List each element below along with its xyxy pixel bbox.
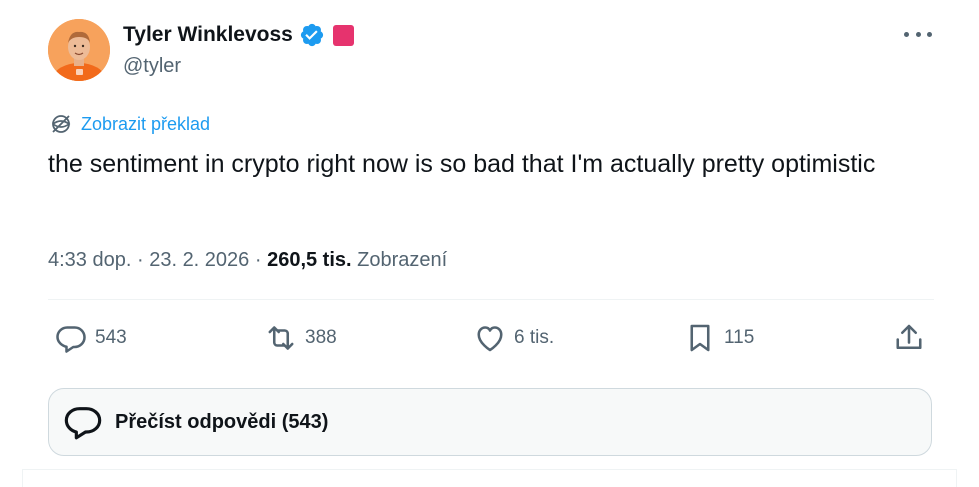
views-label: Zobrazení — [357, 249, 448, 271]
bookmark-button[interactable]: 115 — [682, 318, 754, 358]
translate-label[interactable]: Zobrazit překlad — [81, 114, 210, 135]
more-dot-icon — [915, 31, 921, 37]
avatar-image — [48, 19, 110, 81]
bookmark-icon — [690, 324, 710, 352]
reply-button[interactable]: 543 — [53, 318, 127, 358]
affiliate-badge[interactable] — [332, 24, 354, 46]
more-dot-icon — [927, 31, 932, 37]
meta-separator: · — [249, 249, 268, 271]
views-count: 260,5 tis. — [267, 249, 352, 271]
repost-count: 388 — [305, 327, 337, 348]
like-count: 6 tis. — [514, 327, 555, 348]
share-icon — [896, 324, 922, 350]
bookmark-count: 115 — [724, 327, 755, 348]
repost-icon — [268, 326, 294, 350]
author-handle[interactable]: @tyler — [123, 53, 181, 79]
speech-bubble-icon — [64, 407, 102, 440]
more-dot-icon — [904, 31, 909, 37]
tweet-time[interactable]: 4:33 dop. — [48, 249, 131, 271]
tweet-date[interactable]: 23. 2. 2026 — [149, 249, 249, 271]
translate-globe-icon — [52, 115, 71, 133]
avatar[interactable] — [48, 19, 110, 81]
meta-separator: · — [131, 249, 150, 271]
divider — [22, 469, 23, 487]
read-replies-label: Přečíst odpovědi (543) — [115, 410, 329, 433]
more-options-button[interactable] — [904, 24, 932, 44]
divider — [22, 469, 957, 470]
divider — [956, 469, 957, 487]
like-button[interactable]: 6 tis. — [472, 318, 554, 358]
tweet-meta: 4:33 dop. · 23. 2. 2026 · 260,5 tis. Zob… — [48, 246, 447, 274]
tweet: Tyler Winklevoss @tyler Zobrazit překlad… — [0, 0, 979, 487]
reply-count: 543 — [95, 327, 127, 348]
verified-badge-icon[interactable] — [299, 22, 325, 48]
author-name[interactable]: Tyler Winklevoss — [123, 22, 293, 48]
share-button[interactable] — [891, 318, 933, 358]
repost-button[interactable]: 388 — [263, 318, 337, 358]
translate-link[interactable]: Zobrazit překlad — [49, 112, 210, 136]
reply-icon — [56, 326, 86, 353]
divider — [48, 299, 934, 300]
tweet-text: the sentiment in crypto right now is so … — [48, 150, 876, 178]
action-bar: 543 388 6 tis. 115 — [0, 318, 979, 358]
read-replies-button[interactable]: Přečíst odpovědi (543) — [48, 388, 932, 456]
author-name-row[interactable]: Tyler Winklevoss — [123, 22, 354, 48]
heart-icon — [477, 326, 503, 352]
